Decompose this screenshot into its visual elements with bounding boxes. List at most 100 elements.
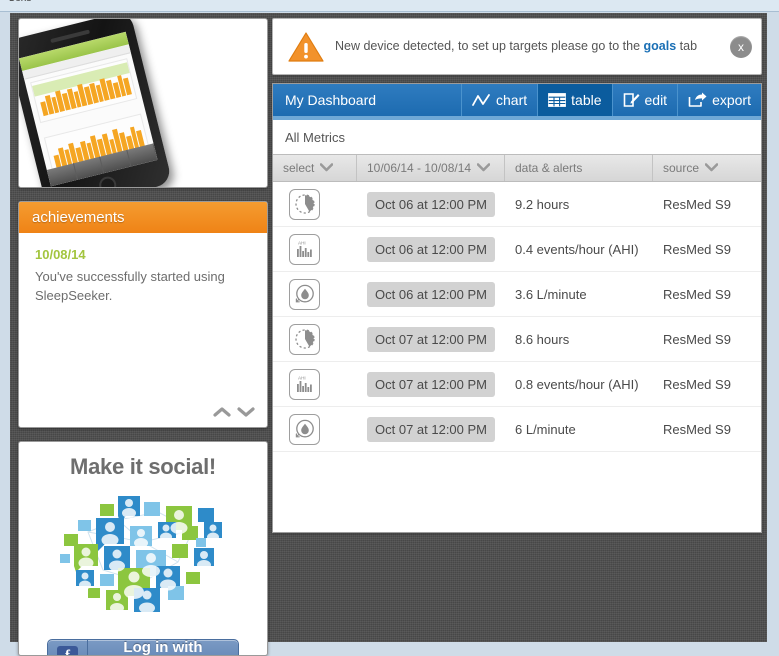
warning-triangle-icon	[283, 31, 329, 63]
leak-rate-icon[interactable]	[289, 278, 320, 310]
row-source: ResMed S9	[663, 376, 731, 392]
row-date: Oct 06 at 12:00 PM	[367, 236, 496, 262]
table-body: Oct 06 at 12:00 PM 9.2 hours ResMed S9 Oct …	[273, 182, 761, 452]
table-header-row: select 10/06/14 - 10/08/14 data & alerts…	[273, 154, 761, 182]
achievement-text: You've successfully started using SleepS…	[35, 269, 225, 303]
row-date-cell: Oct 06 at 12:00 PM	[357, 191, 505, 217]
column-header-source[interactable]: source	[653, 155, 761, 181]
row-source: ResMed S9	[663, 421, 731, 437]
tab-edit-label: edit	[644, 92, 668, 108]
column-header-data-alerts: data & alerts	[505, 155, 653, 181]
row-date-cell: Oct 07 at 12:00 PM	[357, 416, 505, 442]
table-row[interactable]: Oct 07 at 12:00 PM 8.6 hours ResMed S9	[273, 317, 761, 362]
tab-table-label: table	[571, 92, 602, 108]
row-value: 0.8 events/hour (AHI)	[515, 376, 639, 392]
row-date-cell: Oct 07 at 12:00 PM	[357, 371, 505, 397]
usage-hours-icon[interactable]	[289, 188, 320, 220]
people-network-graphic-icon	[48, 482, 238, 614]
row-source: ResMed S9	[663, 331, 731, 347]
social-title: Make it social!	[70, 454, 216, 479]
page-right-margin	[767, 13, 779, 642]
notification-text-before: New device detected, to set up targets p…	[335, 38, 644, 53]
row-date: Oct 06 at 12:00 PM	[367, 191, 496, 217]
smartphone-photo-icon	[19, 19, 173, 187]
achievement-date: 10/08/14	[35, 247, 86, 262]
tab-edit[interactable]: edit	[611, 84, 678, 116]
row-value: 0.4 events/hour (AHI)	[515, 241, 639, 257]
leak-rate-icon[interactable]	[289, 413, 320, 445]
column-header-select[interactable]: select	[273, 155, 357, 181]
table-row[interactable]: Oct 06 at 12:00 PM 3.6 L/minute ResMed S9	[273, 272, 761, 317]
tab-table[interactable]: table	[537, 84, 612, 116]
row-source: ResMed S9	[663, 286, 731, 302]
chevron-up-icon[interactable]	[213, 405, 231, 419]
close-icon[interactable]: x	[730, 35, 752, 58]
ahi-events-icon[interactable]	[289, 233, 320, 265]
section-label: All Metrics	[273, 120, 761, 154]
chevron-down-icon	[320, 161, 334, 175]
row-date: Oct 06 at 12:00 PM	[367, 281, 496, 307]
phone-home-button	[97, 174, 119, 187]
row-metric-icon-cell[interactable]	[273, 233, 357, 265]
tab-chart-label: chart	[496, 92, 528, 108]
goals-link[interactable]: goals	[644, 39, 677, 53]
tab-export-label: export	[712, 92, 751, 108]
main-column: New device detected, to set up targets p…	[272, 18, 762, 533]
phone-promo-panel	[18, 18, 268, 188]
table-row[interactable]: Oct 07 at 12:00 PM 6 L/minute ResMed S9	[273, 407, 761, 452]
chevron-down-icon	[476, 161, 491, 175]
dashboard-tab-bar: My Dashboard chart table edit export	[273, 84, 761, 116]
column-header-select-label: select	[283, 161, 315, 175]
row-date-cell: Oct 06 at 12:00 PM	[357, 236, 505, 262]
notification-text-after: tab	[676, 38, 698, 53]
dashboard-card: My Dashboard chart table edit export All…	[272, 83, 762, 533]
phone-screen	[19, 31, 158, 187]
left-sidebar: achievements 10/08/14 You've successfull…	[18, 18, 268, 656]
row-metric-icon-cell[interactable]	[273, 323, 357, 355]
achievements-body: 10/08/14 You've successfully started usi…	[19, 233, 267, 427]
row-value: 8.6 hours	[515, 331, 570, 347]
row-value: 6 L/minute	[515, 421, 576, 437]
row-value: 9.2 hours	[515, 196, 570, 212]
pencil-edit-icon	[623, 92, 640, 108]
ahi-events-icon[interactable]	[289, 368, 320, 400]
column-header-source-label: source	[663, 161, 700, 175]
row-date: Oct 07 at 12:00 PM	[367, 371, 496, 397]
row-value: 3.6 L/minute	[515, 286, 587, 302]
column-header-date-range-label: 10/06/14 - 10/08/14	[367, 161, 472, 175]
column-header-data-alerts-label: data & alerts	[515, 161, 583, 175]
table-row[interactable]: Oct 06 at 12:00 PM 9.2 hours ResMed S9	[273, 182, 761, 227]
table-row[interactable]: Oct 07 at 12:00 PM 0.8 events/hour (AHI) R…	[273, 362, 761, 407]
table-empty-area	[273, 452, 761, 532]
browser-tab-strip[interactable]: Cons	[0, 0, 779, 12]
row-metric-icon-cell[interactable]	[273, 188, 357, 220]
row-date-cell: Oct 07 at 12:00 PM	[357, 326, 505, 352]
tab-export[interactable]: export	[677, 84, 761, 116]
facebook-icon: f	[48, 640, 88, 655]
achievements-nav	[213, 405, 255, 419]
achievements-panel: achievements 10/08/14 You've successfull…	[18, 201, 268, 428]
row-metric-icon-cell[interactable]	[273, 368, 357, 400]
export-arrow-icon	[688, 92, 707, 108]
column-header-date-range[interactable]: 10/06/14 - 10/08/14	[357, 155, 505, 181]
line-chart-icon	[472, 93, 491, 108]
notification-text: New device detected, to set up targets p…	[329, 37, 751, 56]
dashboard-title: My Dashboard	[285, 92, 377, 108]
people-cloud-svg	[60, 496, 222, 614]
tab-chart[interactable]: chart	[461, 84, 537, 116]
row-date: Oct 07 at 12:00 PM	[367, 326, 496, 352]
row-metric-icon-cell[interactable]	[273, 413, 357, 445]
row-metric-icon-cell[interactable]	[273, 278, 357, 310]
row-date: Oct 07 at 12:00 PM	[367, 416, 496, 442]
browser-tab-title: Cons	[0, 0, 779, 4]
table-grid-icon	[548, 93, 567, 107]
usage-hours-icon[interactable]	[289, 323, 320, 355]
chevron-down-icon	[704, 161, 719, 175]
row-source: ResMed S9	[663, 196, 731, 212]
social-panel: Make it social! f Log in with	[18, 441, 268, 656]
table-row[interactable]: Oct 06 at 12:00 PM 0.4 events/hour (AHI) R…	[273, 227, 761, 272]
row-date-cell: Oct 06 at 12:00 PM	[357, 281, 505, 307]
achievements-header: achievements	[19, 202, 267, 233]
row-source: ResMed S9	[663, 241, 731, 257]
chevron-down-icon[interactable]	[237, 405, 255, 419]
